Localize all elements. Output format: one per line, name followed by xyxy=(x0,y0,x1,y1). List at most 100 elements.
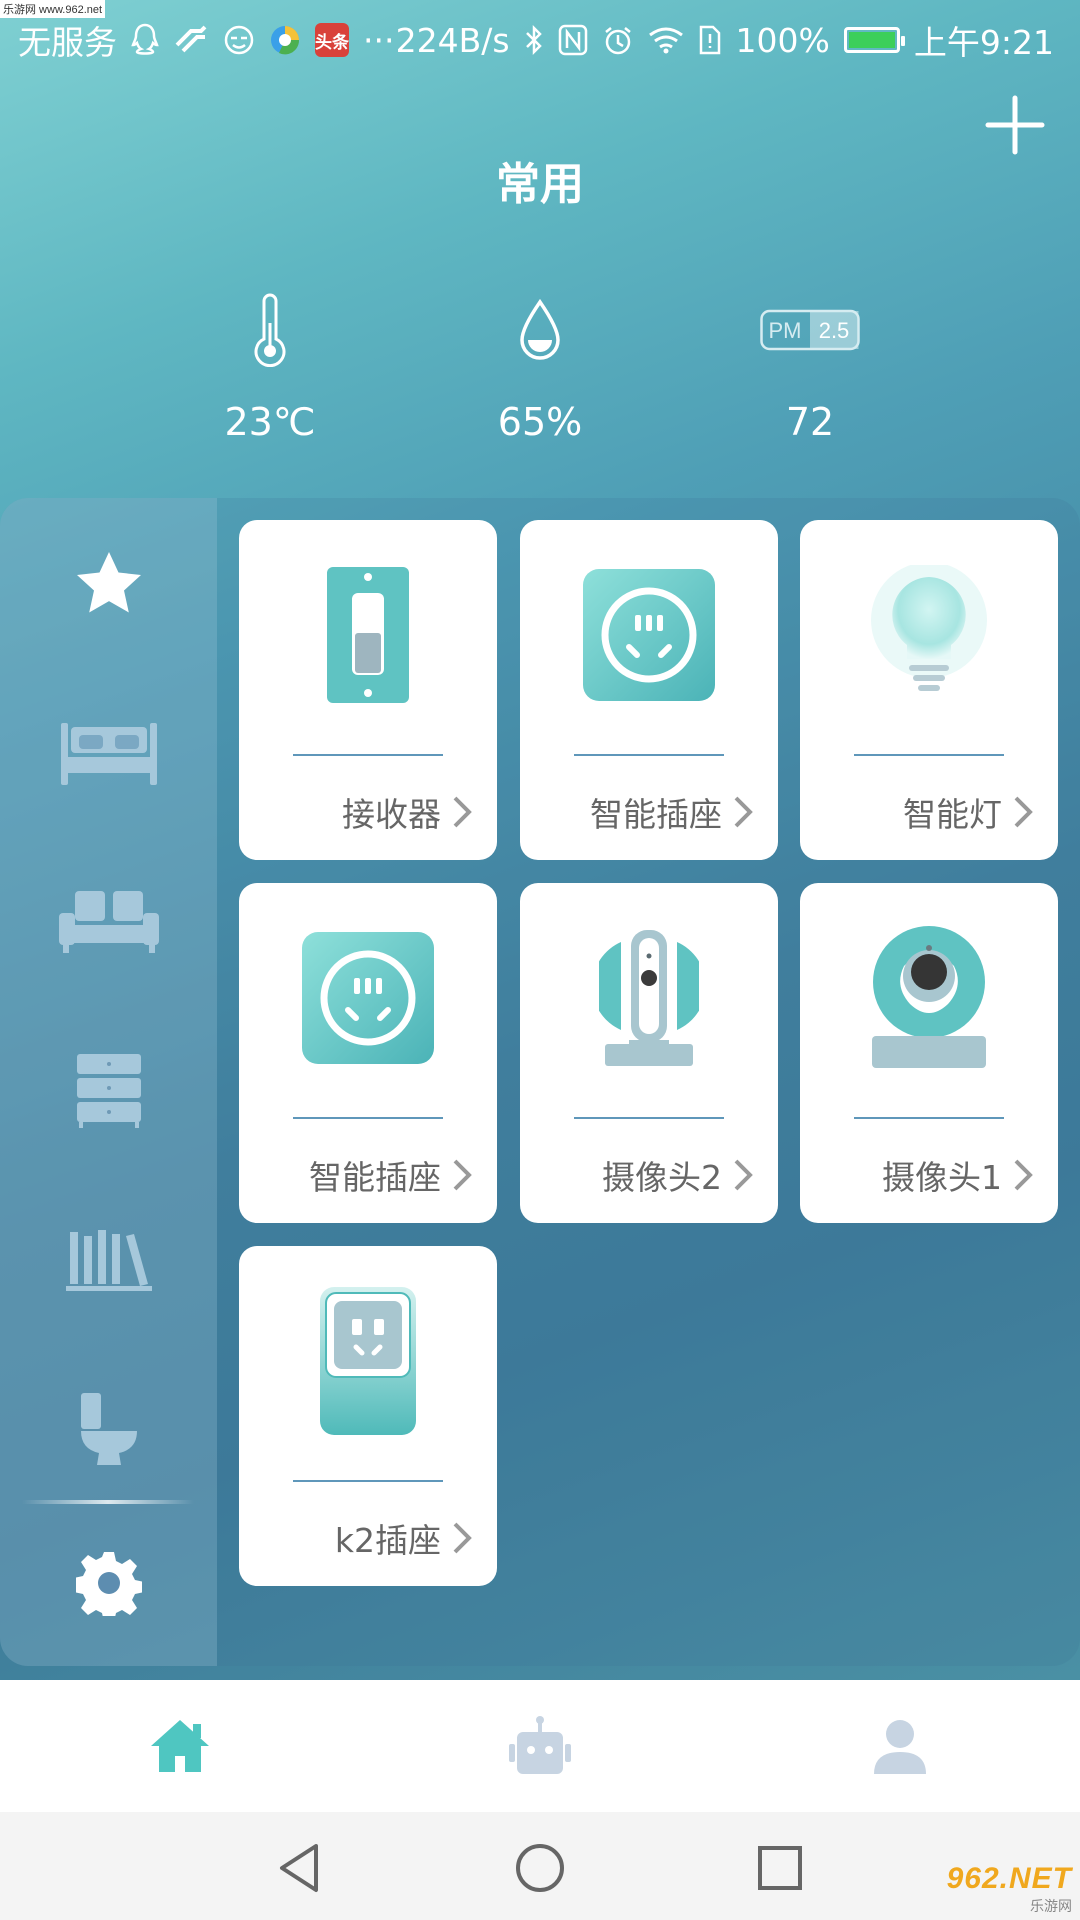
recents-square-icon xyxy=(758,1846,802,1890)
nfc-icon xyxy=(558,24,588,56)
card-divider xyxy=(293,1117,443,1119)
qq-icon xyxy=(131,23,159,57)
sidebar-item-study[interactable] xyxy=(0,1205,217,1315)
battery-percent: 100% xyxy=(735,20,830,60)
device-name: 摄像头2 xyxy=(602,1158,722,1197)
bottom-nav xyxy=(0,1680,1080,1812)
star-icon xyxy=(76,552,141,613)
device-name: k2插座 xyxy=(334,1521,441,1560)
sidebar-item-storage[interactable] xyxy=(0,1035,217,1145)
smart-socket-icon xyxy=(520,560,778,710)
robot-icon xyxy=(509,1716,571,1774)
network-speed: 224B/s xyxy=(395,20,510,60)
plus-icon xyxy=(985,95,1045,155)
sofa-icon xyxy=(58,891,159,953)
device-name: 智能插座 xyxy=(309,1158,441,1197)
home-circle-icon xyxy=(516,1844,564,1892)
tool-icon xyxy=(173,25,209,55)
face-icon xyxy=(223,24,255,56)
device-card-camera-1[interactable]: 摄像头1 xyxy=(800,883,1058,1223)
page-title: 常用 xyxy=(496,159,584,210)
profile-icon xyxy=(874,1720,926,1774)
device-card-smart-socket-2[interactable]: 智能插座 xyxy=(239,883,497,1223)
card-divider xyxy=(854,754,1004,756)
system-nav-bar: 962.NET 乐游网 xyxy=(0,1812,1080,1920)
bluetooth-icon xyxy=(524,24,544,56)
chevron-right-icon xyxy=(1014,796,1033,828)
chevron-right-icon xyxy=(734,1159,753,1191)
sidebar-item-favorites[interactable] xyxy=(0,527,217,637)
pm25-icon: PM 2.5 xyxy=(710,290,910,370)
card-divider xyxy=(854,1117,1004,1119)
nav-profile[interactable] xyxy=(840,1696,960,1796)
recents-button[interactable] xyxy=(750,1838,810,1898)
sidebar-item-bathroom[interactable] xyxy=(0,1374,217,1484)
card-divider xyxy=(574,1117,724,1119)
device-name: 智能插座 xyxy=(590,795,722,834)
sim-icon xyxy=(698,24,722,56)
camera-icon xyxy=(520,923,778,1073)
back-triangle-icon xyxy=(280,1844,318,1892)
humidity-value: 65% xyxy=(497,400,583,444)
status-bar: 无服务 头条 ··· 224B/s 100% 上午9:21 xyxy=(0,0,1080,80)
device-card-smart-socket-1[interactable]: 智能插座 xyxy=(520,520,778,860)
temperature-reading: 23℃ xyxy=(170,290,370,444)
device-name: 智能灯 xyxy=(903,795,1002,834)
more-notifications: ··· xyxy=(363,20,395,60)
settings-button[interactable] xyxy=(0,1528,217,1638)
chevron-right-icon xyxy=(453,1522,472,1554)
nav-home[interactable] xyxy=(120,1696,240,1796)
device-name: 摄像头1 xyxy=(882,1158,1002,1197)
back-button[interactable] xyxy=(270,1838,330,1898)
chevron-right-icon xyxy=(1014,1159,1033,1191)
humidity-reading: 65% xyxy=(440,290,640,444)
chevron-right-icon xyxy=(453,1159,472,1191)
carrier-text: 无服务 xyxy=(18,23,117,62)
books-icon xyxy=(65,1230,152,1291)
sidebar-item-bedroom[interactable] xyxy=(0,697,217,807)
dome-camera-icon xyxy=(800,923,1058,1073)
temperature-value: 23℃ xyxy=(224,400,316,444)
device-card-k2-socket[interactable]: k2插座 xyxy=(239,1246,497,1586)
pm25-value: 72 xyxy=(785,400,835,444)
device-card-smart-light[interactable]: 智能灯 xyxy=(800,520,1058,860)
thermometer-icon xyxy=(170,290,370,370)
sidebar-item-living-room[interactable] xyxy=(0,866,217,976)
card-divider xyxy=(293,754,443,756)
pm25-reading: PM 2.5 72 xyxy=(710,290,910,444)
card-divider xyxy=(574,754,724,756)
bed-icon xyxy=(60,723,157,785)
home-icon xyxy=(151,1720,209,1772)
alarm-icon xyxy=(602,24,634,56)
toilet-icon xyxy=(80,1393,137,1465)
watermark-sub: 乐游网 xyxy=(1030,1898,1072,1914)
clock: 上午9:21 xyxy=(913,23,1054,62)
device-card-receiver[interactable]: 接收器 xyxy=(239,520,497,860)
watermark-bottom: 962.NET 乐游网 xyxy=(947,1862,1072,1916)
smart-socket-icon xyxy=(239,923,497,1073)
cabinet-icon xyxy=(76,1054,141,1128)
home-system-button[interactable] xyxy=(510,1838,570,1898)
card-divider xyxy=(293,1480,443,1482)
gear-icon xyxy=(75,1552,142,1616)
wifi-icon xyxy=(648,25,684,55)
pm-label-left: PM xyxy=(769,318,802,343)
water-drop-icon xyxy=(440,290,640,370)
sidebar-divider xyxy=(22,1500,194,1504)
device-card-camera-2[interactable]: 摄像头2 xyxy=(520,883,778,1223)
status-left: 无服务 头条 ··· xyxy=(18,16,394,64)
status-right: 224B/s 100% 上午9:21 xyxy=(396,16,1054,64)
watermark-brand: 962.NET xyxy=(946,1862,1072,1895)
browser-icon xyxy=(269,24,301,56)
chevron-right-icon xyxy=(734,796,753,828)
news-badge-icon: 头条 xyxy=(315,23,349,57)
smart-bulb-icon xyxy=(800,560,1058,710)
receiver-icon xyxy=(239,560,497,710)
k2-socket-icon xyxy=(239,1286,497,1436)
nav-robot[interactable] xyxy=(480,1696,600,1796)
add-button[interactable] xyxy=(980,90,1050,160)
device-name: 接收器 xyxy=(342,795,441,834)
pm-label-right: 2.5 xyxy=(819,318,850,343)
battery-icon xyxy=(843,27,905,53)
chevron-right-icon xyxy=(453,796,472,828)
